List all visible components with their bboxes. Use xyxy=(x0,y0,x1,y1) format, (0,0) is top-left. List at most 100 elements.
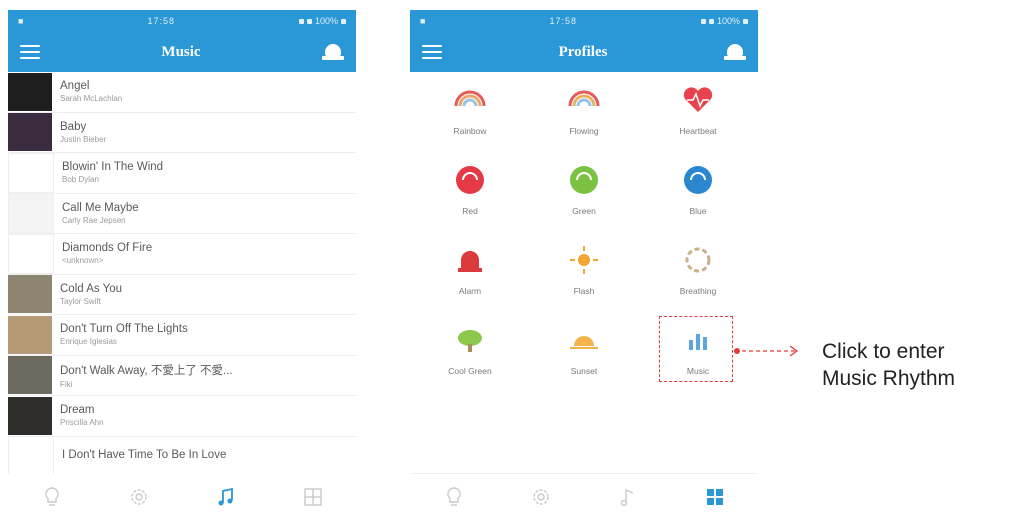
flash-icon xyxy=(564,240,604,280)
nav-profiles-icon[interactable] xyxy=(701,483,729,511)
profile-tile-red[interactable]: Red xyxy=(420,160,520,236)
profile-tile-cool-green[interactable]: Cool Green xyxy=(420,320,520,396)
song-title: Angel xyxy=(60,80,90,93)
song-row[interactable]: Angel Sarah McLachlan xyxy=(8,72,356,113)
nav-music-icon[interactable] xyxy=(212,483,240,511)
album-art xyxy=(8,436,54,477)
song-title: Blowin' In The Wind xyxy=(62,161,164,174)
green-circle-icon xyxy=(564,160,604,200)
song-artist: Sarah McLachlan xyxy=(60,94,123,104)
lamp-icon[interactable] xyxy=(724,44,746,60)
song-title: Baby xyxy=(60,120,87,133)
lamp-icon[interactable] xyxy=(321,44,344,60)
app-bar: Music xyxy=(8,32,356,72)
profile-label: Heartbeat xyxy=(679,126,717,136)
song-title: Call Me Maybe xyxy=(62,201,139,214)
song-title: Diamonds Of Fire xyxy=(62,242,153,255)
callout-text: Click to enter Music Rhythm xyxy=(822,338,955,392)
album-art xyxy=(8,193,54,234)
cool-green-icon xyxy=(450,320,490,360)
song-artist: Fiki xyxy=(60,379,73,389)
battery-text: 100% xyxy=(716,16,740,26)
cell-icon xyxy=(306,18,312,24)
profile-tile-breathing[interactable]: Breathing xyxy=(648,240,748,316)
profile-label: Sunset xyxy=(570,366,598,376)
callout-line-1: Click to enter xyxy=(822,340,945,363)
nav-bulb-icon[interactable] xyxy=(440,483,468,511)
profiles-screen: ■ 17:58 100% Profiles Rainbow Flowing Hear… xyxy=(410,10,758,520)
profile-label: Green xyxy=(572,206,596,216)
song-title: Don't Walk Away, 不愛上了 不愛... xyxy=(60,364,233,377)
nav-profiles-icon[interactable] xyxy=(299,483,327,511)
page-title: Profiles xyxy=(558,43,608,60)
profile-label: Rainbow xyxy=(453,126,487,136)
song-artist: Priscilla Ahn xyxy=(60,418,104,428)
bottom-nav xyxy=(8,474,356,520)
song-artist: Enrique Iglesias xyxy=(60,337,117,347)
nav-settings-icon[interactable] xyxy=(125,483,153,511)
red-circle-icon xyxy=(450,160,490,200)
profile-label: Flowing xyxy=(569,126,599,136)
album-art xyxy=(8,72,52,111)
battery-icon xyxy=(341,18,346,24)
profile-tile-blue[interactable]: Blue xyxy=(648,160,748,236)
profile-tile-alarm[interactable]: Alarm xyxy=(420,240,520,316)
song-artist: Carly Rae Jepsen xyxy=(62,215,126,225)
profile-tile-rainbow[interactable]: Rainbow xyxy=(420,80,520,156)
song-row[interactable]: Dream Priscilla Ahn xyxy=(8,396,356,437)
song-row[interactable]: Blowin' In The Wind Bob Dylan xyxy=(8,152,356,194)
app-bar: Profiles xyxy=(410,32,758,72)
menu-icon[interactable] xyxy=(422,45,442,59)
song-row[interactable]: Baby Justin Bieber xyxy=(8,113,356,153)
song-title: Dream xyxy=(60,404,95,417)
bottom-nav xyxy=(410,473,758,520)
alarm-icon xyxy=(450,240,490,280)
profile-label: Blue xyxy=(689,206,707,216)
song-artist: Taylor Swift xyxy=(60,296,101,306)
profile-tile-green[interactable]: Green xyxy=(534,160,634,236)
signal-icon: ■ xyxy=(18,16,24,26)
callout-arrow xyxy=(734,345,799,357)
song-list: Angel Sarah McLachlan Baby Justin Bieber Blo… xyxy=(8,72,356,518)
song-artist: Justin Bieber xyxy=(60,134,107,144)
album-art xyxy=(8,113,52,152)
song-row[interactable]: Cold As You Taylor Swift xyxy=(8,275,356,315)
song-row[interactable]: Call Me Maybe Carly Rae Jepsen xyxy=(8,193,356,234)
album-art xyxy=(8,233,54,274)
profile-tile-flash[interactable]: Flash xyxy=(534,240,634,316)
heart-icon xyxy=(678,80,718,120)
status-bar: ■ 17:58 100% xyxy=(410,10,758,32)
page-title: Music xyxy=(161,43,201,60)
status-bar: ■ 17:58 100% xyxy=(8,10,356,32)
profile-tile-sunset[interactable]: Sunset xyxy=(534,320,634,396)
song-row[interactable]: I Don't Have Time To Be In Love xyxy=(8,436,356,477)
song-artist: <unknown> xyxy=(62,256,104,266)
song-row[interactable]: Don't Turn Off The Lights Enrique Iglesia… xyxy=(8,315,356,356)
album-art xyxy=(8,315,52,354)
song-row[interactable]: Diamonds Of Fire <unknown> xyxy=(8,233,356,275)
battery-text: 100% xyxy=(314,16,338,26)
profile-tile-heartbeat[interactable]: Heartbeat xyxy=(648,80,748,156)
breathing-icon xyxy=(678,240,718,280)
album-art xyxy=(8,152,54,193)
song-title: Don't Turn Off The Lights xyxy=(60,323,188,336)
song-artist: Bob Dylan xyxy=(62,175,99,185)
nav-bulb-icon[interactable] xyxy=(38,483,66,511)
profile-tile-flowing[interactable]: Flowing xyxy=(534,80,634,156)
rainbow-icon xyxy=(450,80,490,120)
album-art xyxy=(8,356,52,395)
flowing-icon xyxy=(564,80,604,120)
nav-settings-icon[interactable] xyxy=(527,483,555,511)
profile-label: Breathing xyxy=(679,286,717,296)
nav-music-icon[interactable] xyxy=(614,483,642,511)
song-row[interactable]: Don't Walk Away, 不愛上了 不愛... Fiki xyxy=(8,356,356,396)
status-time: 17:58 xyxy=(549,16,577,26)
callout-line-2: Music Rhythm xyxy=(822,367,956,390)
music-tile-highlight xyxy=(659,316,733,382)
menu-icon[interactable] xyxy=(20,45,40,59)
album-art xyxy=(8,275,52,314)
sunset-icon xyxy=(564,320,604,360)
profile-label: Alarm xyxy=(458,286,482,296)
status-time: 17:58 xyxy=(147,16,175,26)
blue-circle-icon xyxy=(678,160,718,200)
